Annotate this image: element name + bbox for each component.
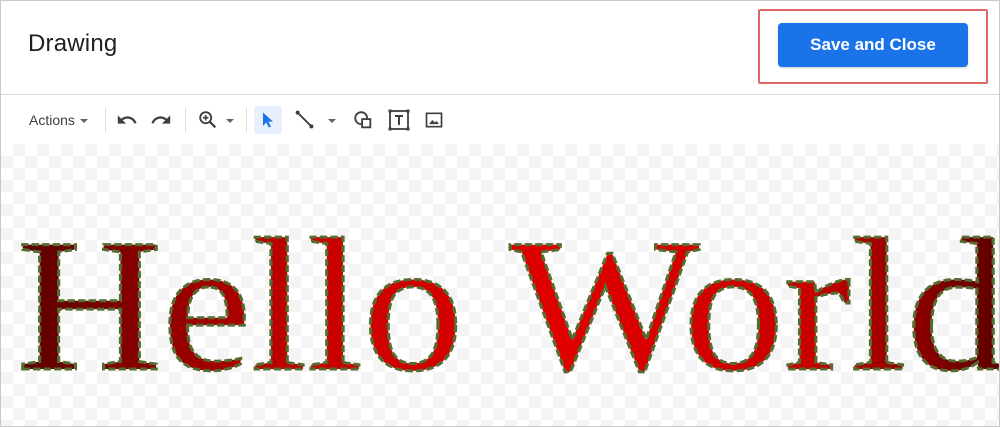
save-and-close-button[interactable]: Save and Close: [778, 23, 968, 67]
dialog-title: Drawing: [28, 30, 118, 57]
zoom-button[interactable]: [194, 106, 222, 134]
zoom-dropdown[interactable]: [223, 106, 237, 134]
image-icon: [425, 112, 443, 128]
drawing-dialog: Drawing Save and Close Actions Hello Wor…: [0, 0, 1000, 427]
drawing-canvas[interactable]: Hello World: [1, 144, 1000, 427]
dialog-header: Drawing Save and Close: [1, 1, 999, 95]
line-icon: [295, 110, 314, 129]
toolbar-divider: [185, 108, 186, 132]
toolbar-divider: [246, 108, 247, 132]
wordart-svg[interactable]: Hello World: [1, 144, 1000, 427]
toolbar: Actions: [1, 96, 999, 144]
select-icon: [263, 112, 273, 128]
select-tool-button[interactable]: [254, 106, 282, 134]
text-box-button[interactable]: [385, 106, 413, 134]
redo-button[interactable]: [147, 106, 175, 134]
actions-menu-label: Actions: [29, 112, 75, 128]
toolbar-divider: [105, 108, 106, 132]
insert-image-button[interactable]: [420, 106, 448, 134]
redo-icon: [151, 115, 171, 124]
actions-menu[interactable]: Actions: [21, 106, 96, 134]
text-box-icon: [388, 109, 410, 131]
chevron-down-icon: [226, 119, 234, 123]
wordart-text[interactable]: Hello World: [16, 200, 1000, 413]
chevron-down-icon: [328, 119, 336, 123]
shape-icon: [354, 111, 372, 129]
line-dropdown[interactable]: [325, 106, 339, 134]
line-tool-button[interactable]: [291, 106, 319, 134]
undo-button[interactable]: [113, 106, 141, 134]
shape-tool-button[interactable]: [349, 106, 377, 134]
undo-icon: [117, 115, 137, 124]
chevron-down-icon: [79, 119, 88, 123]
zoom-icon: [199, 111, 217, 129]
